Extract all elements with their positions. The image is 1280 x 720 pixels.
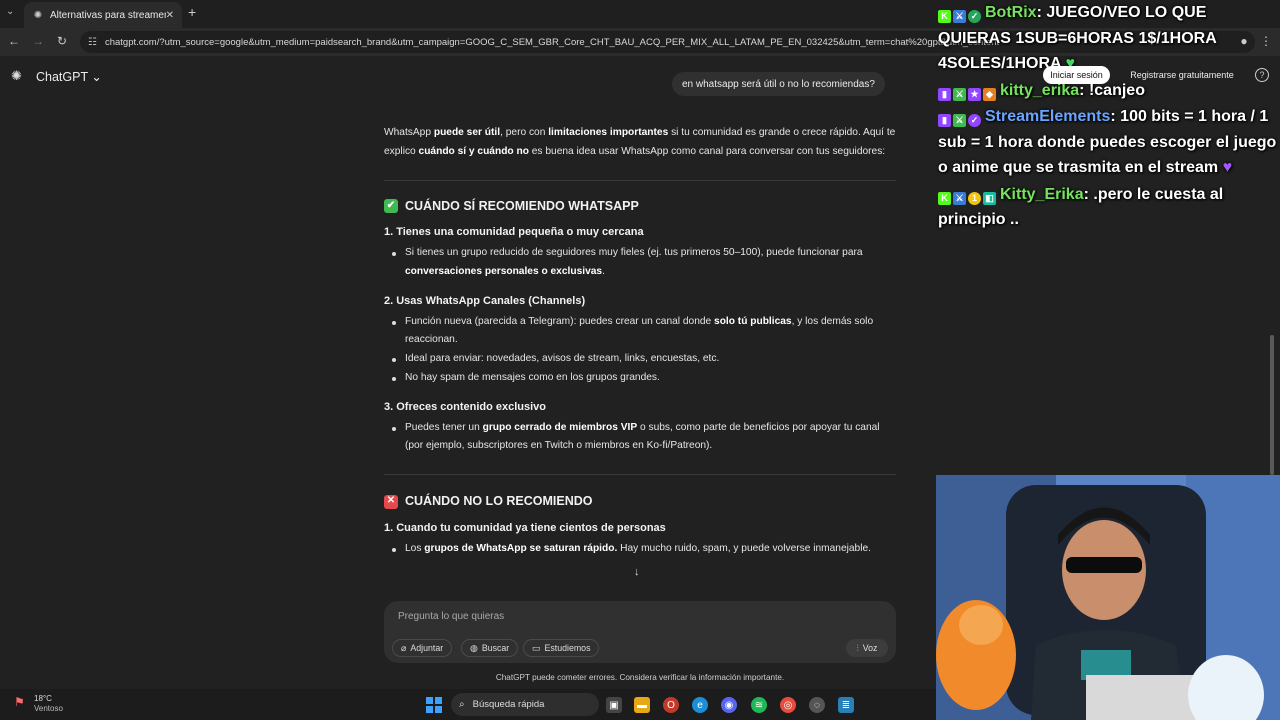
chevron-down-icon: ⌄ (91, 70, 102, 84)
badges: K ⚔ 1 ◧ (938, 191, 996, 205)
help-icon[interactable]: ? (1255, 68, 1269, 82)
chat-message: K ⚔ 1 ◧ Kitty_Erika: .pero le cuesta al … (938, 182, 1278, 233)
weather-description: Ventoso (34, 704, 63, 713)
divider (384, 474, 896, 476)
twitch-badge-icon: ▮ (938, 87, 951, 101)
chatgpt-favicon-icon: ✺ (33, 9, 43, 21)
attach-button[interactable]: ⌀ Adjuntar (392, 639, 453, 657)
scrollbar[interactable] (1270, 335, 1274, 475)
badges: K ⚔ ✓ (938, 10, 981, 24)
tab-close-icon[interactable]: ✕ (166, 10, 174, 21)
browser-tab[interactable]: ✺ Alternativas para streamers ✕ (24, 2, 182, 28)
webcam-image (936, 475, 1280, 720)
section-yes-heading: ✔ CUÁNDO SÍ RECOMIENDO WHATSAPP (384, 197, 896, 216)
verified-badge-icon: ✓ (968, 114, 981, 128)
section-no-heading: ✕ CUÁNDO NO LO RECOMIENDO (384, 492, 896, 511)
file-explorer-icon[interactable]: ▬ (634, 697, 650, 713)
tab-search-chevron-icon[interactable]: ⌄ (6, 6, 14, 17)
edge-icon[interactable]: e (692, 697, 708, 713)
list-item: Ideal para enviar: novedades, avisos de … (384, 350, 896, 369)
subheading: 2. Usas WhatsApp Canales (Channels) (384, 294, 586, 307)
discord-icon[interactable]: ◉ (721, 697, 737, 713)
moderator-badge-icon: ⚔ (953, 114, 966, 128)
star-badge-icon: ★ (968, 87, 981, 101)
chat-username: Kitty_Erika (1000, 185, 1084, 203)
weather-alert-icon[interactable]: ⚑ (14, 695, 25, 709)
check-mark-icon: ✔ (384, 198, 398, 213)
subheading: 1. Tienes una comunidad pequeña o muy ce… (384, 226, 644, 239)
login-button[interactable]: Iniciar sesión (1043, 66, 1110, 84)
windows-taskbar: ⚑ 18°C Ventoso ⌕ Búsqueda rápida ▣ ▬ O e … (0, 689, 936, 720)
chrome-icon[interactable]: ◎ (780, 697, 796, 713)
chat-username: StreamElements (985, 108, 1111, 125)
disclaimer: ChatGPT puede cometer errores. Considera… (495, 673, 785, 682)
weather-temperature: 18°C (34, 694, 52, 703)
book-icon: ▭ (532, 642, 541, 653)
gift-badge-icon: 1 (968, 191, 981, 205)
list-item: No hay spam de mensajes como en los grup… (384, 369, 896, 388)
webcam-feed (936, 475, 1280, 720)
paperclip-icon: ⌀ (401, 642, 407, 653)
chat-username: kitty_erika (1000, 81, 1080, 99)
composer: Pregunta lo que quieras ⌀ Adjuntar ◍ Busca… (384, 601, 896, 663)
model-selector[interactable]: ChatGPT ⌄ (36, 69, 102, 84)
stream-chat-overlay: K ⚔ ✓ BotRix: JUEGO/VEO LO QUE QUIERAS 1… (938, 0, 1278, 234)
globe-icon: ◍ (470, 642, 478, 653)
study-button[interactable]: ▭ Estudiemos (523, 639, 600, 657)
moderator-badge-icon: ⚔ (953, 191, 966, 205)
moderator-badge-icon: ⚔ (953, 87, 966, 101)
kick-badge-icon: K (938, 191, 951, 205)
task-view-icon[interactable]: ▣ (606, 697, 622, 713)
list-item: Puedes tener un grupo cerrado de miembro… (384, 419, 896, 457)
subheading: 3. Ofreces contenido exclusivo (384, 400, 547, 413)
divider (384, 179, 896, 181)
badges: ▮ ⚔ ★ ◆ (938, 87, 996, 101)
notepad-icon[interactable]: ≣ (838, 697, 854, 713)
waveform-icon: ⫶ (856, 642, 859, 653)
intro-paragraph: WhatsApp puede ser útil, pero con limita… (384, 127, 896, 157)
scroll-down-arrow-icon[interactable]: ↓ (634, 566, 640, 578)
list-item: Si tienes un grupo reducido de seguidore… (384, 244, 896, 282)
moderator-badge-icon: ⚔ (953, 10, 966, 24)
chat-message: ▮ ⚔ ✓ StreamElements: 100 bits = 1 hora … (938, 104, 1278, 181)
user-message-bubble: en whatsapp será útil o no lo recomienda… (672, 72, 885, 96)
address-url: chatgpt.com/?utm_source=google&utm_mediu… (104, 36, 1000, 48)
search-button[interactable]: ◍ Buscar (461, 639, 519, 657)
list-item: Función nueva (parecida a Telegram): pue… (384, 313, 896, 351)
voice-button[interactable]: ⫶ Voz (846, 639, 888, 657)
kick-badge-icon: K (938, 10, 951, 24)
windows-start-icon[interactable] (426, 697, 442, 713)
chat-text: : !canjeo (1079, 81, 1145, 99)
search-icon: ⌕ (459, 699, 465, 710)
tab-title: Alternativas para streamers (50, 9, 166, 21)
new-tab-plus-icon[interactable]: + (188, 4, 196, 20)
badges: ▮ ⚔ ✓ (938, 114, 981, 128)
assistant-response: WhatsApp puede ser útil, pero con limita… (384, 124, 896, 559)
reload-icon[interactable]: ↻ (54, 34, 70, 48)
forward-arrow-icon[interactable]: → (30, 34, 46, 48)
prompt-input[interactable]: Pregunta lo que quieras (398, 611, 504, 622)
list-item: Los grupos de WhatsApp se saturan rápido… (384, 540, 896, 559)
chatgpt-logo-icon: ✺ (11, 68, 22, 83)
spotify-icon[interactable]: ≋ (751, 697, 767, 713)
app-name: ChatGPT (36, 70, 88, 84)
subheading: 1. Cuando tu comunidad ya tiene cientos … (384, 521, 666, 534)
verified-badge-icon: ✓ (968, 10, 981, 24)
site-info-icon[interactable]: ☷ (88, 37, 97, 48)
chat-username: BotRix (985, 4, 1037, 21)
taskbar-search[interactable]: ⌕ Búsqueda rápida (451, 693, 599, 716)
purple-heart-icon: ♥ (1222, 159, 1233, 176)
opera-icon[interactable]: O (663, 697, 679, 713)
back-arrow-icon[interactable]: ← (6, 34, 22, 48)
sub-badge-icon: ◧ (983, 191, 996, 205)
sub-badge-icon: ◆ (983, 87, 996, 101)
register-button[interactable]: Registrarse gratuitamente (1117, 66, 1247, 84)
twitch-badge-icon: ▮ (938, 114, 951, 128)
obs-icon[interactable]: ◌ (809, 697, 825, 713)
cross-mark-icon: ✕ (384, 494, 398, 509)
